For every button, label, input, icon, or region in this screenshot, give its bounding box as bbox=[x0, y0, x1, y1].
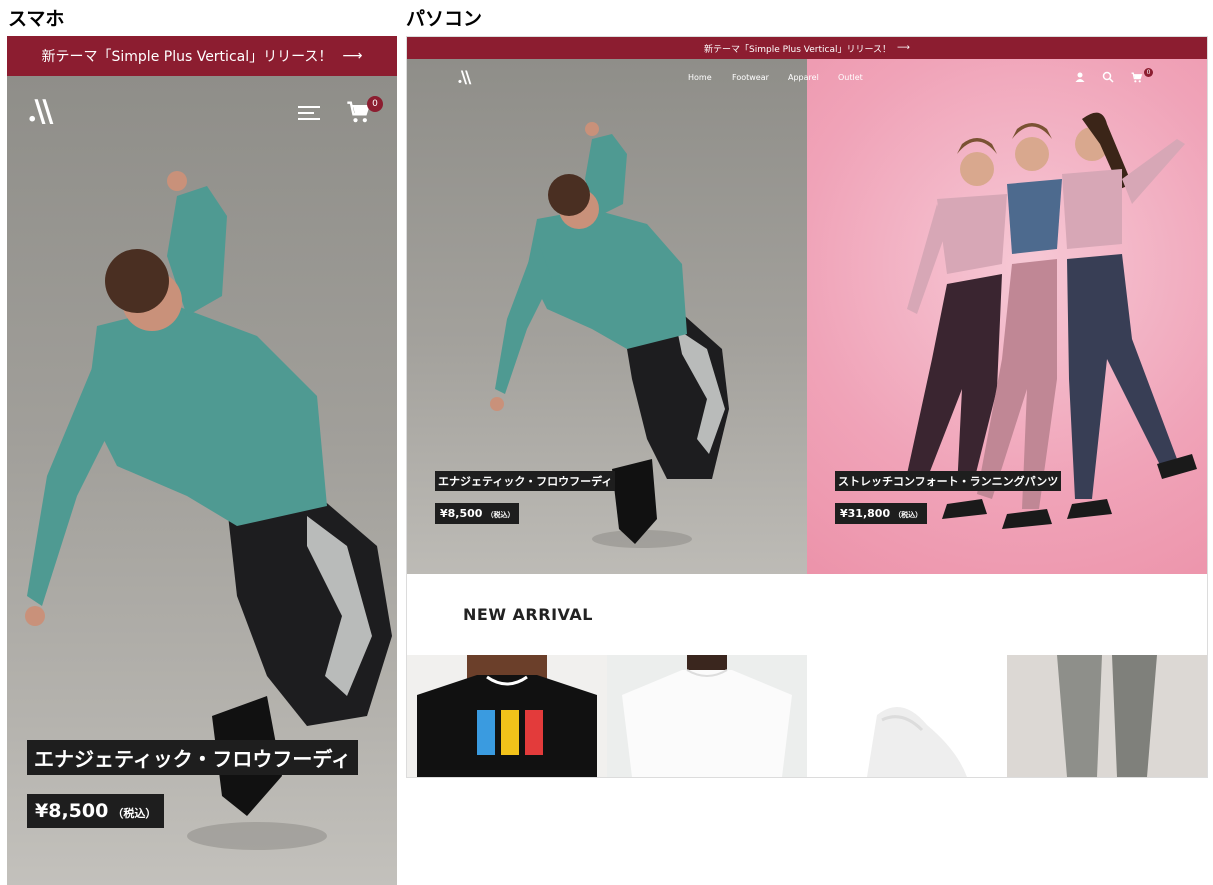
arrow-right-icon: ⟶ bbox=[897, 43, 910, 53]
sneaker-image bbox=[867, 707, 967, 777]
hero-image-right[interactable]: ストレッチコンフォート・ランニングパンツ ¥31,800 （税込） bbox=[807, 59, 1207, 574]
brand-logo[interactable]: .\\ bbox=[27, 94, 53, 129]
hero-image-left[interactable]: エナジェティック・フロウフーディ ¥8,500 （税込） bbox=[407, 59, 807, 574]
product-price: ¥8,500 （税込） bbox=[435, 503, 520, 524]
tshirt-image bbox=[622, 655, 792, 777]
menu-icon[interactable] bbox=[298, 106, 320, 120]
arrow-right-icon: ⟶ bbox=[342, 48, 363, 64]
cart-count-badge: 0 bbox=[1144, 68, 1153, 77]
product-price: ¥31,800 （税込） bbox=[835, 503, 928, 524]
price-value: ¥31,800 bbox=[840, 507, 891, 520]
announcement-bar[interactable]: 新テーマ「Simple Plus Vertical」リリース！ ⟶ bbox=[7, 36, 397, 76]
announcement-bar[interactable]: 新テーマ「Simple Plus Vertical」リリース！ ⟶ bbox=[407, 37, 1207, 59]
nav-apparel[interactable]: Apparel bbox=[788, 73, 819, 82]
product-name[interactable]: ストレッチコンフォート・ランニングパンツ bbox=[835, 471, 1062, 491]
nav-home[interactable]: Home bbox=[688, 73, 712, 82]
nav-outlet[interactable]: Outlet bbox=[838, 73, 863, 82]
product-name[interactable]: エナジェティック・フロウフーディ bbox=[27, 740, 358, 775]
tax-label: （税込） bbox=[112, 807, 157, 820]
brand-logo[interactable]: .\\ bbox=[457, 68, 471, 88]
price-value: ¥8,500 bbox=[440, 507, 483, 520]
search-icon[interactable] bbox=[1102, 71, 1114, 83]
product-thumbnail[interactable] bbox=[807, 655, 1007, 777]
runners-figure bbox=[907, 112, 1197, 529]
sweatshirt-image bbox=[417, 655, 597, 777]
cart-count-badge: 0 bbox=[367, 96, 383, 112]
pc-preview: 新テーマ「Simple Plus Vertical」リリース！ ⟶ エナジェティ… bbox=[406, 36, 1208, 778]
cart-icon[interactable] bbox=[1130, 71, 1144, 84]
price-value: ¥8,500 bbox=[35, 800, 109, 822]
product-name[interactable]: エナジェティック・フロウフーディ bbox=[435, 471, 616, 491]
smartphone-heading: スマホ bbox=[8, 8, 65, 30]
product-thumbnail[interactable] bbox=[1007, 655, 1207, 777]
leggings-image bbox=[1057, 655, 1157, 777]
product-thumbnail[interactable] bbox=[407, 655, 607, 777]
hero-image[interactable]: エナジェティック・フロウフーディ ¥8,500 （税込） bbox=[7, 76, 397, 885]
product-thumbnail[interactable] bbox=[607, 655, 807, 777]
smartphone-preview: 新テーマ「Simple Plus Vertical」リリース！ ⟶ エナジェティ… bbox=[7, 36, 397, 885]
product-price: ¥8,500 （税込） bbox=[27, 794, 165, 828]
pc-heading: パソコン bbox=[406, 8, 483, 30]
announcement-text: 新テーマ「Simple Plus Vertical」リリース！ bbox=[704, 44, 892, 55]
nav-footwear[interactable]: Footwear bbox=[732, 73, 769, 82]
section-title: NEW ARRIVAL bbox=[463, 605, 593, 624]
announcement-text: 新テーマ「Simple Plus Vertical」リリース！ bbox=[41, 49, 333, 65]
tax-label: （税込） bbox=[486, 511, 515, 519]
user-icon[interactable] bbox=[1074, 71, 1086, 83]
tax-label: （税込） bbox=[894, 511, 923, 519]
dancer-figure bbox=[490, 122, 729, 548]
